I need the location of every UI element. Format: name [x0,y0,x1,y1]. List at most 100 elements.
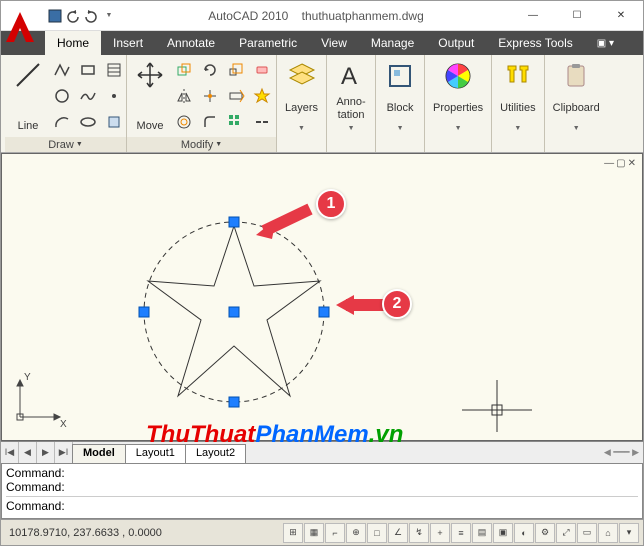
layout-tab-layout2[interactable]: Layout2 [185,444,246,463]
line-button[interactable]: Line [9,58,47,134]
stretch-icon[interactable] [224,84,248,108]
panel-draw-footer[interactable]: Draw▼ [5,137,126,152]
ortho-toggle-icon[interactable]: ⌐ [325,523,345,543]
model-toggle-icon[interactable]: ▣ [493,523,513,543]
qat-dropdown-icon[interactable]: ▼ [101,8,117,24]
polar-toggle-icon[interactable]: ⊕ [346,523,366,543]
fillet-icon[interactable] [198,110,222,134]
ribbon: Line Draw▼ [1,55,643,153]
maximize-button[interactable]: ☐ [555,2,599,30]
otrack-toggle-icon[interactable]: ∠ [388,523,408,543]
tab-output[interactable]: Output [426,31,486,55]
status-extra3-icon[interactable]: ⤢ [556,523,576,543]
dyn-toggle-icon[interactable]: + [430,523,450,543]
layout-tabs: I◀ ◀ ▶ ▶I Model Layout1 Layout2 ◀ ━━━ ▶ [1,441,643,463]
draw-tools-grid [50,58,126,134]
mirror-icon[interactable] [172,84,196,108]
ribbon-tabs: Home Insert Annotate Parametric View Man… [1,31,643,55]
move-button[interactable]: Move [131,58,169,134]
horizontal-scrollbar[interactable]: ◀ ━━━ ▶ [246,442,643,463]
spline-icon[interactable] [76,84,100,108]
quick-access-toolbar: ▼ [43,8,121,24]
app-menu-button[interactable] [4,10,42,53]
panel-modify-footer[interactable]: Modify▼ [127,137,276,152]
status-bar: 10178.9710, 237.6633 , 0.0000 ⊞ ▦ ⌐ ⊕ □ … [1,519,643,545]
layout-tab-layout1[interactable]: Layout1 [125,444,186,463]
tab-manage[interactable]: Manage [359,31,426,55]
qat-undo-icon[interactable] [65,8,81,24]
annotation-button[interactable]: A Anno- tation ▼ [331,58,371,134]
minimize-button[interactable]: — [511,2,555,30]
copy-icon[interactable] [172,58,196,82]
point-icon[interactable] [102,84,126,108]
ucs-y-label: Y [24,372,31,383]
drawing-area[interactable]: — ▢ ✕ [1,153,643,441]
join-icon[interactable] [250,110,274,134]
utilities-button[interactable]: Utilities ▼ [496,58,539,134]
annotation-label: Anno- tation [336,96,365,120]
trim-icon[interactable] [198,84,222,108]
panel-layers: Layers ▼ [277,55,327,152]
layout-tab-model[interactable]: Model [72,444,126,463]
properties-button[interactable]: Properties ▼ [429,58,487,134]
explode-icon[interactable] [250,84,274,108]
panel-modify: Move Modify▼ [127,55,277,152]
offset-icon[interactable] [172,110,196,134]
array-icon[interactable] [224,110,248,134]
command-line-3: Command: [6,496,638,513]
snap-toggle-icon[interactable]: ⊞ [283,523,303,543]
polyline-icon[interactable] [50,58,74,82]
command-window[interactable]: Command: Command: Command: [1,463,643,519]
clipboard-label: Clipboard [553,102,600,114]
tab-parametric[interactable]: Parametric [227,31,309,55]
status-extra5-icon[interactable]: ⌂ [598,523,618,543]
panel-properties: Properties ▼ [425,55,492,152]
callout-badge-2: 2 [382,289,412,319]
lwt-toggle-icon[interactable]: ≡ [451,523,471,543]
ellipse-icon[interactable] [76,110,100,134]
layers-label: Layers [285,102,318,114]
layers-button[interactable]: Layers ▼ [281,58,322,134]
layout-last-icon[interactable]: ▶I [55,442,73,463]
grid-toggle-icon[interactable]: ▦ [304,523,324,543]
tab-annotate[interactable]: Annotate [155,31,227,55]
close-button[interactable]: ✕ [599,2,643,30]
tab-express-tools[interactable]: Express Tools [486,31,584,55]
layout-prev-icon[interactable]: ◀ [19,442,37,463]
clipboard-button[interactable]: Clipboard ▼ [549,58,604,134]
move-label: Move [137,120,164,132]
status-extra2-icon[interactable]: ⚙ [535,523,555,543]
layout-next-icon[interactable]: ▶ [37,442,55,463]
tab-home[interactable]: Home [45,31,101,55]
status-extra1-icon[interactable]: ◐ [514,523,534,543]
qp-toggle-icon[interactable]: ▤ [472,523,492,543]
ducs-toggle-icon[interactable]: ↯ [409,523,429,543]
qat-redo-icon[interactable] [83,8,99,24]
tab-extra-icon[interactable]: ▣ ▾ [585,31,626,55]
tab-insert[interactable]: Insert [101,31,155,55]
tab-view[interactable]: View [309,31,359,55]
qat-save-icon[interactable] [47,8,63,24]
hatch-icon[interactable] [102,58,126,82]
app-window: ▼ AutoCAD 2010 thuthuatphanmem.dwg — ☐ ✕… [0,0,644,546]
coordinates-readout: 10178.9710, 237.6633 , 0.0000 [5,527,166,539]
modify-tools-grid [172,58,274,134]
erase-icon[interactable] [250,58,274,82]
circle-icon[interactable] [50,84,74,108]
window-controls: — ☐ ✕ [511,2,643,30]
region-icon[interactable] [102,110,126,134]
status-extra6-icon[interactable]: ▾ [619,523,639,543]
panel-clipboard: Clipboard ▼ [545,55,608,152]
rectangle-icon[interactable] [76,58,100,82]
status-extra4-icon[interactable]: ▭ [577,523,597,543]
ucs-x-label: X [60,419,67,430]
block-button[interactable]: Block ▼ [380,58,420,134]
arc-icon[interactable] [50,110,74,134]
scale-icon[interactable] [224,58,248,82]
rotate-icon[interactable] [198,58,222,82]
status-toggles: ⊞ ▦ ⌐ ⊕ □ ∠ ↯ + ≡ ▤ ▣ ◐ ⚙ ⤢ ▭ ⌂ ▾ [283,523,639,543]
app-name: AutoCAD 2010 [208,9,288,23]
utilities-label: Utilities [500,102,535,114]
osnap-toggle-icon[interactable]: □ [367,523,387,543]
layout-first-icon[interactable]: I◀ [1,442,19,463]
